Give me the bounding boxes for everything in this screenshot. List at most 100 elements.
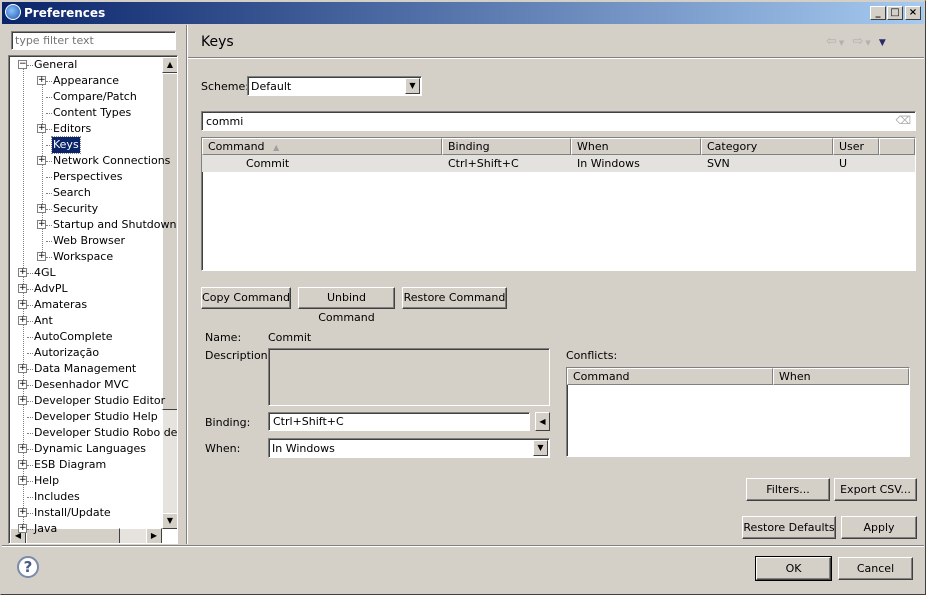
expand-icon[interactable]: + [18,444,27,453]
tree-item[interactable]: Desenhador MVC [33,377,130,393]
ok-button[interactable]: OK [755,556,832,581]
conflicts-label: Conflicts: [566,349,618,362]
footer-separator [2,545,924,547]
tree-item-label: Perspectives [53,170,123,183]
close-button[interactable]: × [905,6,921,20]
restore-command-button[interactable]: Restore Command [402,287,507,309]
tree-item[interactable]: Developer Studio Editor [33,393,166,409]
scrollbar-thumb[interactable] [162,73,177,410]
help-icon[interactable]: ? [17,556,39,578]
tree-item[interactable]: Startup and Shutdown [52,217,177,233]
tree-item[interactable]: Security [52,201,99,217]
view-menu-icon[interactable]: ▼ [879,38,888,48]
tree-item[interactable]: Web Browser [52,233,126,249]
column-when[interactable]: When [571,138,701,155]
expand-icon[interactable]: + [37,204,46,213]
tree-item[interactable]: Perspectives [52,169,123,185]
vertical-scrollbar[interactable]: ▲ ▼ [162,57,177,529]
expand-icon[interactable]: + [18,476,27,485]
clear-icon[interactable]: ⌫ [895,114,911,127]
filters-button[interactable]: Filters... [746,478,830,501]
expand-icon[interactable]: + [18,508,27,517]
expand-icon[interactable]: + [18,268,27,277]
command-search-input[interactable]: commi ⌫ [201,111,916,131]
tree-item[interactable]: Appearance [52,73,120,89]
expand-icon[interactable]: + [18,380,27,389]
tree-connector [27,481,33,482]
column-command[interactable]: Command ▲ [202,138,442,155]
expand-icon[interactable]: + [18,364,27,373]
binding-menu-icon[interactable]: ◀ [535,412,550,431]
column-category[interactable]: Category [701,138,833,155]
tree-item[interactable]: Data Management [33,361,137,377]
minimize-button[interactable]: _ [870,6,886,20]
back-icon[interactable]: ⇦ [826,34,839,49]
apply-button[interactable]: Apply [841,516,917,539]
expand-icon[interactable]: + [37,252,46,261]
when-combo[interactable]: In Windows ▼ [268,438,550,458]
restore-defaults-button[interactable]: Restore Defaults [742,516,836,539]
scheme-combo[interactable]: Default ▼ [247,76,422,96]
tree-item[interactable]: Dynamic Languages [33,441,147,457]
expand-icon[interactable]: + [18,396,27,405]
tree-connector [27,417,33,418]
expand-icon[interactable]: + [18,300,27,309]
table-row[interactable]: Commit Ctrl+Shift+C In Windows SVN U [202,155,915,172]
description-field[interactable] [268,348,550,406]
tree-item[interactable]: 4GL [33,265,57,281]
chevron-down-icon[interactable]: ▼ [405,78,420,94]
scroll-down-icon[interactable]: ▼ [162,513,177,529]
tree-item[interactable]: Developer Studio Robo de [33,425,177,441]
expand-icon[interactable]: + [18,316,27,325]
tree-item[interactable]: Network Connections [52,153,171,169]
search-value: commi [206,115,244,128]
tree-item[interactable]: ESB Diagram [33,457,107,473]
expand-icon[interactable]: + [18,284,27,293]
tree-item[interactable]: Help [33,473,60,489]
expand-icon[interactable]: + [37,76,46,85]
tree-connector [46,193,52,194]
cancel-button[interactable]: Cancel [838,557,913,580]
tree-item[interactable]: Java [33,521,58,537]
export-csv-button[interactable]: Export CSV... [834,478,917,501]
expand-icon[interactable]: + [18,524,27,533]
column-filler[interactable] [879,138,915,155]
expand-icon[interactable]: + [18,460,27,469]
tree-connector [27,465,33,466]
conflicts-column-when[interactable]: When [773,368,909,385]
tree-item[interactable]: Content Types [52,105,132,121]
tree-item[interactable]: Developer Studio Help [33,409,159,425]
scroll-up-icon[interactable]: ▲ [162,57,177,73]
sash[interactable] [186,25,188,544]
tree-item[interactable]: AutoComplete [33,329,114,345]
conflicts-column-command[interactable]: Command [567,368,773,385]
tree-item[interactable]: Install/Update [33,505,112,521]
tree-item[interactable]: Ant [33,313,54,329]
tree-item[interactable]: Compare/Patch [52,89,138,105]
binding-input[interactable]: Ctrl+Shift+C [268,412,530,431]
tree-item[interactable]: Includes [33,489,81,505]
tree-item[interactable]: Editors [52,121,92,137]
tree-item[interactable]: Autorização [33,345,100,361]
copy-command-button[interactable]: Copy Command [201,287,291,309]
tree-item[interactable]: Search [52,185,92,201]
expand-icon[interactable]: + [37,124,46,133]
tree-item[interactable]: Workspace [52,249,114,265]
tree-item[interactable]: Amateras [33,297,88,313]
filter-input[interactable] [11,31,176,50]
tree-item[interactable]: General [33,57,78,73]
column-binding[interactable]: Binding [442,138,571,155]
column-user[interactable]: User [833,138,879,155]
tree-item[interactable]: Keys [51,136,81,154]
unbind-command-button[interactable]: Unbind Command [298,287,395,324]
tree-item[interactable]: AdvPL [33,281,69,297]
chevron-down-icon[interactable]: ▼ [533,440,548,456]
expand-icon[interactable]: + [37,156,46,165]
collapse-icon[interactable]: − [18,60,27,69]
forward-menu-icon[interactable]: ▼ [865,39,872,47]
forward-icon[interactable]: ⇨ [852,34,865,49]
maximize-button[interactable]: □ [887,6,903,20]
scroll-right-icon[interactable]: ▶ [146,528,162,543]
back-menu-icon[interactable]: ▼ [839,39,846,47]
expand-icon[interactable]: + [37,220,46,229]
